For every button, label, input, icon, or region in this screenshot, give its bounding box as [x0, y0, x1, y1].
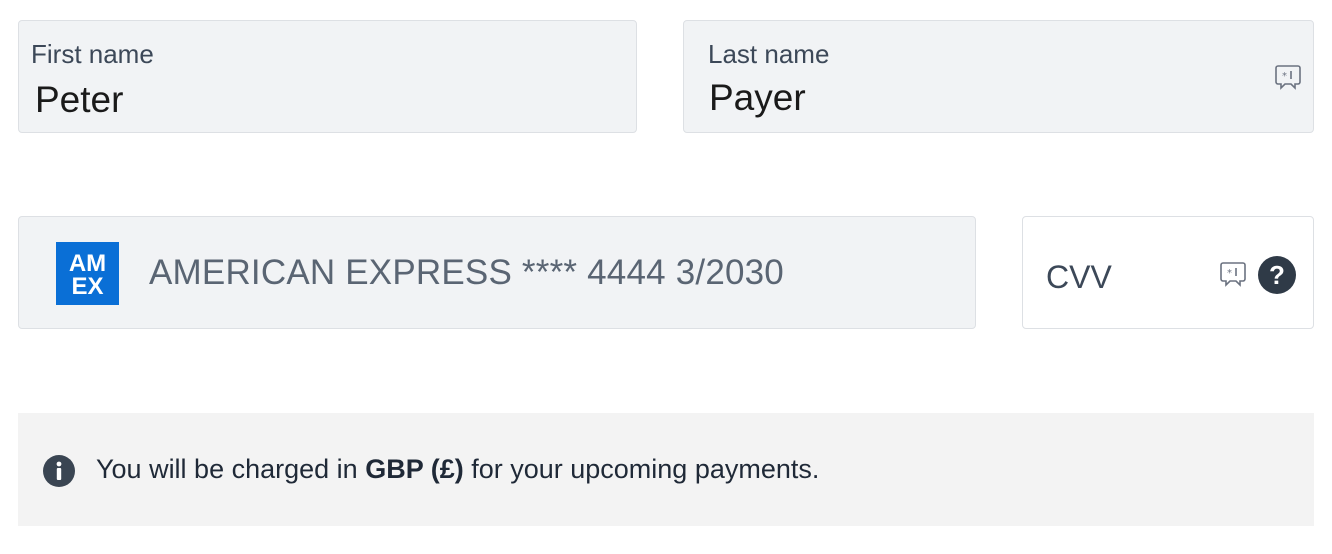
question-icon[interactable]: ? [1258, 256, 1296, 294]
cvv-input[interactable]: CVV [1046, 259, 1112, 296]
card-summary: AMERICAN EXPRESS **** 4444 3/2030 [149, 253, 784, 292]
last-name-input[interactable]: Payer [709, 77, 806, 119]
payment-form: First name Peter Last name Payer * AM EX… [0, 0, 1332, 554]
notice-text-after: for your upcoming payments. [463, 454, 820, 484]
amex-logo: AM EX [56, 242, 119, 305]
first-name-field[interactable]: First name Peter [18, 20, 637, 133]
notice-currency: GBP (£) [365, 454, 464, 484]
password-manager-icon[interactable]: * [1273, 62, 1303, 92]
cvv-field[interactable]: CVV * ? [1022, 216, 1314, 329]
currency-notice: You will be charged in GBP (£) for your … [18, 413, 1314, 526]
info-icon [43, 455, 75, 487]
first-name-input[interactable]: Peter [35, 79, 123, 121]
last-name-label: Last name [708, 39, 830, 69]
saved-card-field[interactable]: AM EX AMERICAN EXPRESS **** 4444 3/2030 [18, 216, 976, 329]
first-name-label: First name [31, 39, 154, 69]
notice-text-before: You will be charged in [96, 454, 366, 484]
svg-text:*: * [1282, 71, 1287, 82]
svg-text:*: * [1227, 268, 1232, 279]
amex-logo-bottom-text: EX [71, 273, 103, 300]
notice-text: You will be charged in GBP (£) for your … [96, 454, 819, 485]
last-name-field[interactable]: Last name Payer * [683, 20, 1314, 133]
password-manager-icon[interactable]: * [1218, 259, 1248, 289]
